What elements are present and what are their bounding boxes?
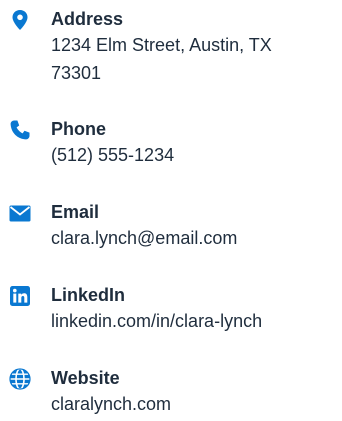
phone-label: Phone: [51, 119, 107, 139]
envelope-icon: [8, 201, 32, 225]
phone-text: Phone (512) 555-1234: [51, 117, 341, 169]
map-pin-icon: [8, 8, 32, 32]
address-value-line1: 1234 Elm Street, Austin, TX: [51, 35, 272, 55]
address-value-line2: 73301: [51, 63, 102, 83]
website-link[interactable]: claralynch.com: [51, 394, 171, 414]
website-value: claralynch.com: [51, 390, 341, 418]
linkedin-icon: [8, 284, 32, 308]
website-label: Website: [51, 368, 120, 388]
email-address-link[interactable]: clara.lynch@email.com: [51, 228, 237, 248]
website-text: Website claralynch.com: [51, 366, 341, 418]
address-text: Address 1234 Elm Street, Austin, TX 7330…: [51, 7, 341, 87]
globe-icon: [8, 367, 32, 391]
phone-icon: [8, 118, 32, 142]
linkedin-text: LinkedIn linkedin.com/in/clara-lynch: [51, 283, 341, 335]
linkedin-label: LinkedIn: [51, 285, 126, 305]
phone-number-link[interactable]: (512) 555-1234: [51, 145, 174, 165]
linkedin-profile-link[interactable]: linkedin.com/in/clara-lynch: [51, 311, 262, 331]
email-value: clara.lynch@email.com: [51, 224, 341, 252]
phone-value: (512) 555-1234: [51, 141, 341, 169]
contact-list: Address 1234 Elm Street, Austin, TX 7330…: [0, 0, 342, 421]
address-label: Address: [51, 9, 124, 29]
linkedin-value: linkedin.com/in/clara-lynch: [51, 307, 341, 335]
email-text: Email clara.lynch@email.com: [51, 200, 341, 252]
address-value: 1234 Elm Street, Austin, TX 73301: [51, 31, 341, 87]
email-label: Email: [51, 202, 100, 222]
